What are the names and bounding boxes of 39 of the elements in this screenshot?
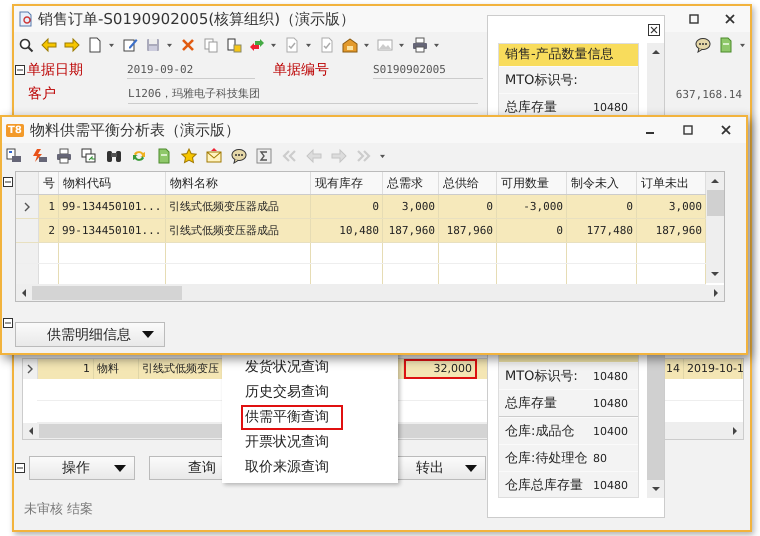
table-cell: 0 [567, 195, 637, 218]
table-cell: 0 [439, 195, 497, 218]
status-text: 未审核 结案 [24, 501, 94, 518]
table-cell: 2 [39, 219, 59, 242]
table-cell: 引线式低频变压器成品 [166, 195, 311, 218]
table-cell: 2019-10-1 [684, 359, 742, 379]
field-label: 单据编号 [272, 61, 330, 79]
table-cell: 10,480 [311, 219, 383, 242]
info-value: 80 [593, 452, 607, 464]
table-cell: 187,960 [383, 219, 439, 242]
info-label: 仓库:待处理仓 [505, 450, 588, 467]
table-cell: 99-134450101... [59, 219, 166, 242]
table-cell: 3,000 [383, 195, 439, 218]
table-cell: 1 [38, 359, 94, 379]
window-title: 物料供需平衡分析表（演示版） [30, 120, 240, 140]
info-value: 10480 [593, 100, 628, 114]
table-cell: -3,000 [497, 195, 567, 218]
info-label: MTO标识号: [505, 72, 579, 89]
info-label: 仓库总库存量 [505, 477, 584, 494]
panel-title: 销售-产品数量信息 [499, 44, 638, 66]
info-value: 10400 [593, 424, 628, 438]
info-value: 10480 [593, 396, 628, 410]
table-cell: 0 [497, 219, 567, 242]
table-cell: 引线式低频变压器成品 [166, 219, 311, 242]
table-cell: 1 [39, 195, 59, 218]
window-title: 销售订单-S0190902005(核算组织)（演示版） [38, 10, 356, 28]
table-cell: 99-134450101... [59, 195, 166, 218]
table-cell: 187,960 [439, 219, 497, 242]
table-cell: 32,000 [404, 359, 477, 379]
app-logo: T8 [6, 124, 24, 136]
info-label: 总库存量 [505, 99, 558, 116]
info-value: 10480 [593, 478, 628, 492]
info-label: 仓库:成品仓 [505, 423, 576, 440]
table-cell: 物料 [94, 359, 139, 379]
info-label: 总库存量 [505, 395, 558, 412]
table-cell: 0 [311, 195, 383, 218]
field-label: 客户 [27, 85, 57, 103]
field-label: 单据日期 [26, 61, 84, 79]
table-cell: 177,480 [567, 219, 637, 242]
